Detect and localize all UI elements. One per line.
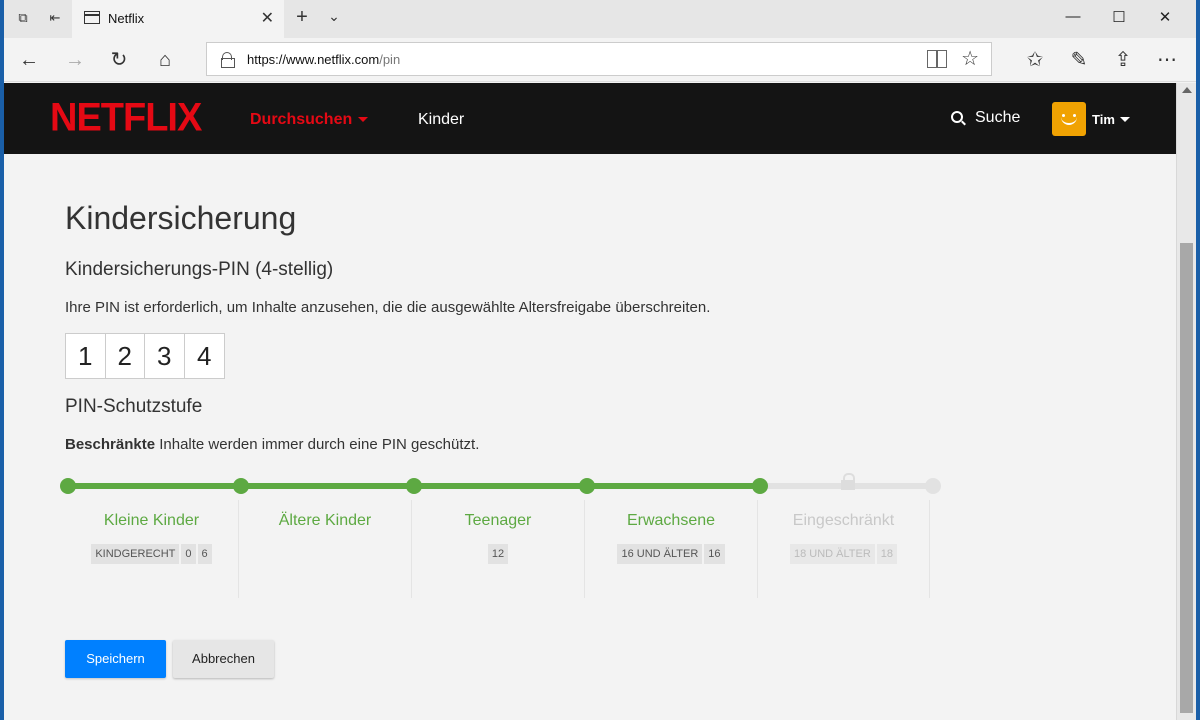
rating-badge: 6 [197,544,212,564]
slider-stop-5[interactable] [925,478,941,494]
url-path: /pin [379,52,401,67]
pin-description: Ihre PIN ist erforderlich, um Inhalte an… [65,299,711,316]
scrollbar[interactable] [1176,83,1196,720]
search-icon[interactable] [951,111,963,123]
slider-handle[interactable] [752,478,768,494]
tab-bar: ⧉ ⇤ Netflix ✕ + ⌄ — ☐ ✕ [4,0,1196,38]
rating-badge: 18 [876,544,898,564]
favorite-star-icon[interactable]: ☆ [961,46,979,71]
maximize-icon[interactable]: ☐ [1096,8,1142,26]
level-column[interactable]: Kleine Kinder KINDGERECHT 0 6 [65,500,238,598]
refresh-icon[interactable]: ↻ [106,47,132,73]
level-column[interactable]: Teenager 12 [411,500,584,598]
tab-set-aside-icon[interactable]: ⧉ [14,9,32,27]
share-icon[interactable]: ⇪ [1110,47,1136,73]
browse-label: Durchsuchen [250,111,353,128]
favorites-hub-icon[interactable]: ✩ [1022,47,1048,73]
cancel-button[interactable]: Abbrechen [173,640,274,678]
level-label: Eingeschränkt [792,512,895,529]
pin-digit-3[interactable]: 3 [145,334,185,378]
minimize-icon[interactable]: — [1050,8,1096,25]
level-column[interactable]: Ältere Kinder [238,500,411,598]
rating-badge: 16 UND ÄLTER [617,544,703,564]
rating-badge: 0 [181,544,196,564]
rating-badge: 12 [487,544,509,564]
level-label: Erwachsene [626,512,716,529]
level-label: Ältere Kinder [278,512,372,529]
tab-netflix[interactable]: Netflix ✕ [72,0,284,38]
level-column[interactable]: Eingeschränkt 18 UND ÄLTER 18 [757,500,930,598]
browse-menu[interactable]: Durchsuchen [250,111,369,129]
navigation-bar: ← → ↻ ⌂ https://www.netflix.com/pin ☆ ✩ … [4,38,1196,82]
rating-badge: KINDGERECHT [91,544,180,564]
address-bar[interactable]: https://www.netflix.com/pin ☆ [206,42,992,76]
profile-name[interactable]: Tim [1092,112,1115,127]
level-label: Teenager [464,512,532,529]
scroll-thumb[interactable] [1180,243,1193,713]
more-icon[interactable]: ⋯ [1154,47,1180,73]
rating-badge: 16 [704,544,725,564]
tab-title: Netflix [108,11,145,26]
pin-digit-1[interactable]: 1 [66,334,106,378]
lock-icon [221,52,235,68]
pin-heading: Kindersicherungs-PIN (4-stellig) [65,259,334,280]
reading-view-icon[interactable] [927,50,947,68]
protection-rest: Inhalte werden immer durch eine PIN gesc… [155,436,480,453]
url-host: https://www.netflix.com [247,52,380,67]
kids-link[interactable]: Kinder [418,111,464,129]
avatar[interactable] [1052,102,1086,136]
save-button[interactable]: Speichern [65,640,166,678]
url-text[interactable]: https://www.netflix.com/pin [247,52,400,67]
page-title: Kindersicherung [65,200,297,236]
level-label: Kleine Kinder [103,512,200,529]
pin-digit-4[interactable]: 4 [185,334,224,378]
scroll-up-icon[interactable] [1182,87,1192,93]
close-window-icon[interactable]: ✕ [1142,8,1188,26]
pin-input[interactable]: 1 2 3 4 [65,333,225,379]
page-content: Kindersicherung Kindersicherungs-PIN (4-… [4,154,1176,720]
pen-icon[interactable]: ✎ [1066,47,1092,73]
slider-stop-2[interactable] [233,478,249,494]
close-tab-icon[interactable]: ✕ [261,8,274,28]
browser-window: ⧉ ⇤ Netflix ✕ + ⌄ — ☐ ✕ ← → ↻ ⌂ https://… [4,0,1196,720]
slider-stop-3[interactable] [406,478,422,494]
pin-digit-2[interactable]: 2 [106,334,145,378]
search-label[interactable]: Suche [975,109,1020,127]
page-icon [84,11,100,24]
slider-stop-4[interactable] [579,478,595,494]
rating-badge: 18 UND ÄLTER [789,544,875,564]
caret-down-icon [358,117,369,123]
netflix-logo[interactable]: NETFLIX [50,96,202,141]
maturity-slider[interactable]: Kleine Kinder KINDGERECHT 0 6 Ältere Kin… [60,473,941,598]
home-icon[interactable]: ⌂ [152,47,178,73]
caret-down-icon[interactable] [1120,117,1130,122]
lock-icon [841,473,855,491]
forward-icon[interactable]: → [62,47,88,73]
protection-description: Beschränkte Inhalte werden immer durch e… [65,436,479,453]
protection-heading: PIN-Schutzstufe [65,396,203,417]
new-tab-icon[interactable]: + [290,6,314,29]
netflix-header: NETFLIX Durchsuchen Kinder Suche Tim [4,83,1176,154]
protection-bold: Beschränkte [65,436,156,453]
tab-preview-icon[interactable]: ⇤ [46,9,64,27]
back-icon[interactable]: ← [16,47,42,73]
chevron-down-icon[interactable]: ⌄ [322,8,346,25]
slider-stop-1[interactable] [60,478,76,494]
level-column[interactable]: Erwachsene 16 UND ÄLTER 16 [584,500,757,598]
